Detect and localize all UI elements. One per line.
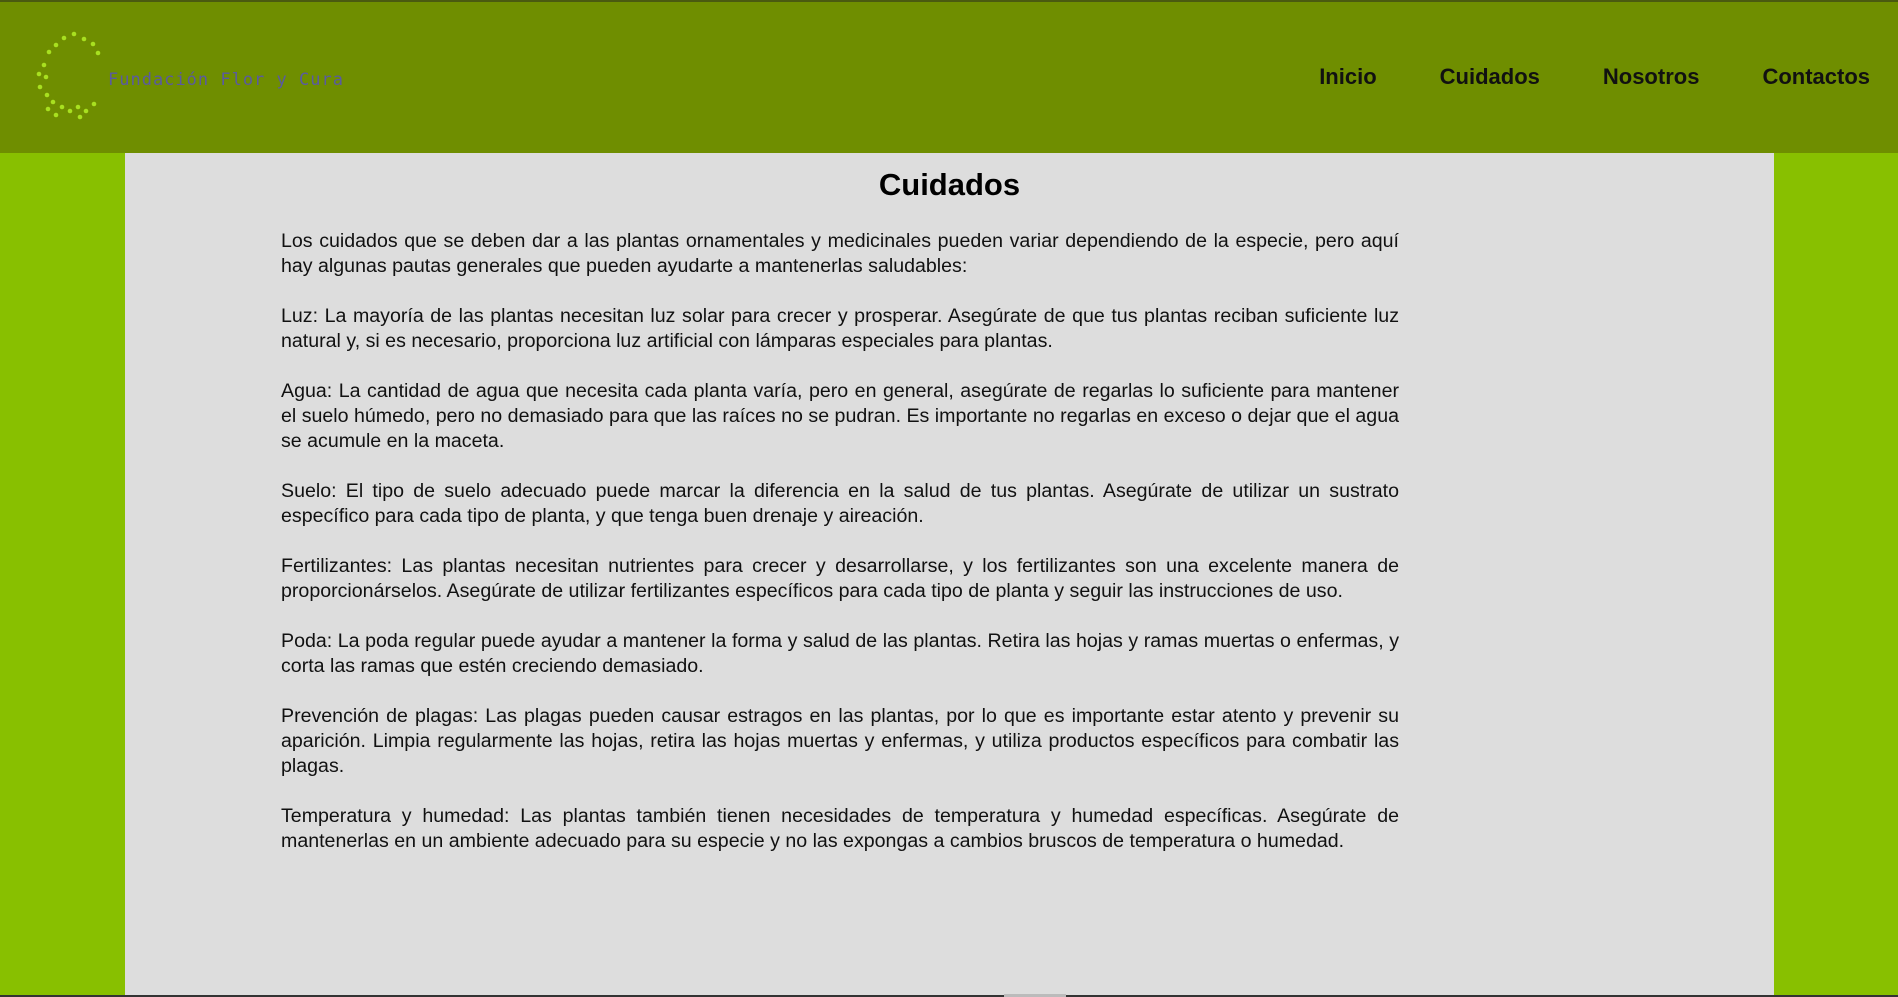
nav-nosotros[interactable]: Nosotros xyxy=(1603,64,1700,90)
main-content: Cuidados Los cuidados que se deben dar a… xyxy=(125,153,1774,995)
dotted-circle-logo-icon xyxy=(36,31,101,120)
page-title: Cuidados xyxy=(878,167,1021,202)
fertilizer-paragraph: Fertilizantes: Las plantas necesitan nut… xyxy=(281,555,1399,602)
nav-cuidados[interactable]: Cuidados xyxy=(1440,64,1540,90)
temperature-humidity-paragraph: Temperatura y humedad: Las plantas tambi… xyxy=(281,805,1399,852)
site-logo-text: Fundación Flor y Cura xyxy=(108,70,344,90)
pest-prevention-paragraph: Prevención de plagas: Las plagas pueden … xyxy=(281,705,1399,777)
soil-paragraph: Suelo: El tipo de suelo adecuado puede m… xyxy=(281,480,1399,527)
main-nav: Inicio Cuidados Nosotros Contactos xyxy=(1319,64,1870,90)
intro-paragraph: Los cuidados que se deben dar a las plan… xyxy=(281,230,1399,277)
site-logo[interactable]: Fundación Flor y Cura xyxy=(36,29,343,129)
nav-contactos[interactable]: Contactos xyxy=(1762,64,1870,90)
nav-inicio[interactable]: Inicio xyxy=(1319,64,1376,90)
pruning-paragraph: Poda: La poda regular puede ayudar a man… xyxy=(281,630,1399,677)
care-text-block: Los cuidados que se deben dar a las plan… xyxy=(281,229,1399,879)
water-paragraph: Agua: La cantidad de agua que necesita c… xyxy=(281,380,1399,452)
light-paragraph: Luz: La mayoría de las plantas necesitan… xyxy=(281,305,1399,352)
site-header: Fundación Flor y Cura Inicio Cuidados No… xyxy=(0,2,1898,153)
